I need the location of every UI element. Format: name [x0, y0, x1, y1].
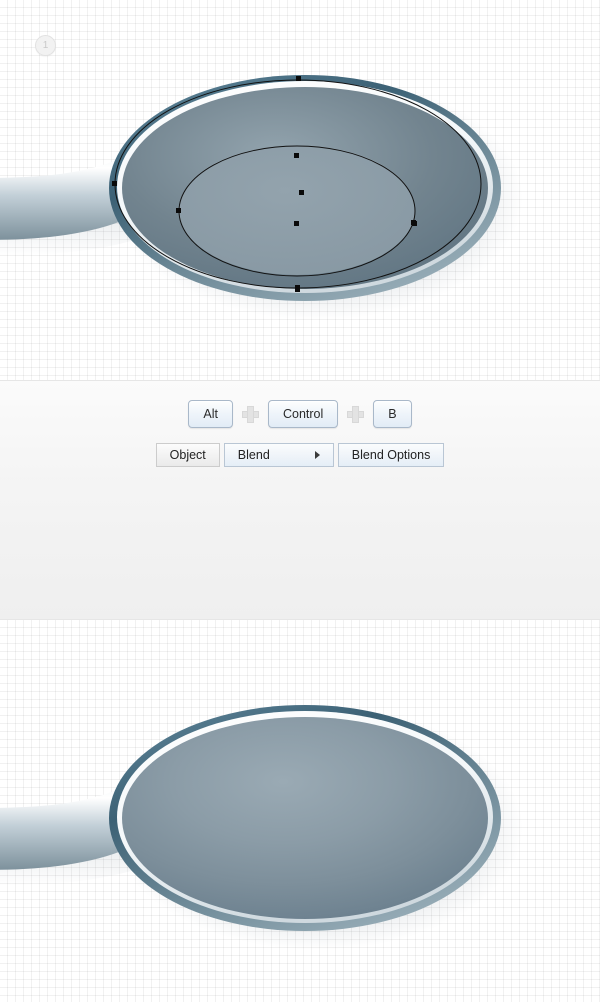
step-badge-1-label: 1 — [42, 40, 49, 51]
caret-right-icon — [314, 451, 320, 459]
illustration-spoon-selected-paths — [0, 75, 523, 320]
menu-item-blend[interactable]: Blend — [223, 443, 334, 467]
key-alt[interactable]: Alt — [188, 400, 233, 428]
illustration-spoon-blended — [0, 705, 523, 950]
plus-icon — [347, 405, 365, 423]
menu-item-blend-options[interactable]: Blend Options — [337, 443, 445, 467]
menu-path-row: Object Blend Blend Options — [0, 441, 600, 469]
artboard-top: 1 — [0, 0, 600, 380]
plus-icon — [241, 405, 259, 423]
step-badge-1: 1 — [35, 35, 56, 56]
instruction-strip: Alt Control B Object Blend Blend Options… — [0, 380, 600, 983]
artboard-bottom: 2 — [0, 620, 600, 1002]
shortcut-key-row: Alt Control B — [0, 399, 600, 429]
key-b[interactable]: B — [373, 400, 412, 428]
tutorial-page: 1 Alt Control B Object Blend Blend Optio… — [0, 0, 600, 1002]
menu-item-blend-label: Blend — [237, 448, 270, 462]
menu-item-object[interactable]: Object — [155, 443, 220, 467]
key-control[interactable]: Control — [267, 400, 339, 428]
